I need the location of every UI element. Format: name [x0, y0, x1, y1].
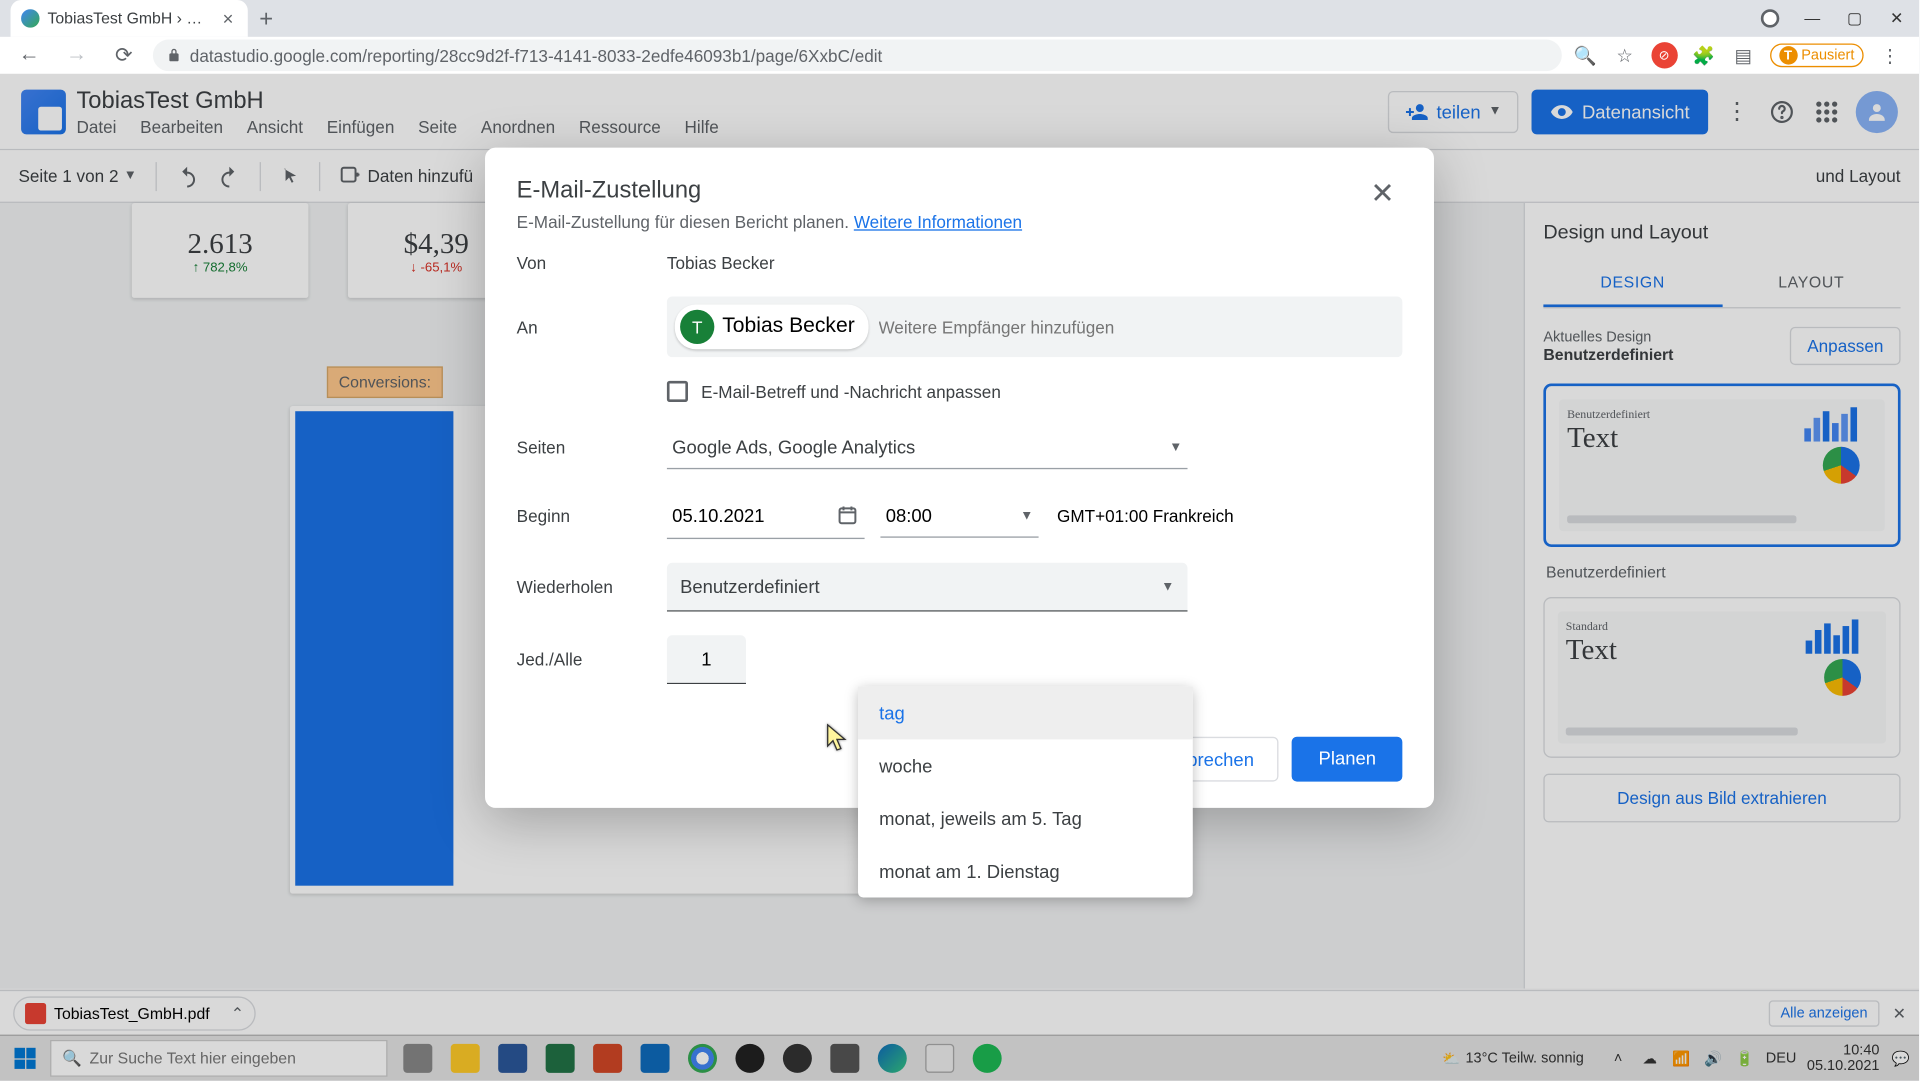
date-field[interactable]: 05.10.2021	[667, 493, 865, 539]
pages-select[interactable]: Google Ads, Google Analytics ▼	[667, 426, 1188, 469]
date-value: 05.10.2021	[672, 505, 764, 526]
calendar-icon	[836, 503, 860, 527]
chip-avatar-icon: T	[680, 310, 714, 344]
chevron-down-icon: ▼	[1020, 508, 1033, 522]
pages-label: Seiten	[517, 438, 667, 458]
reading-list-icon[interactable]: ▤	[1730, 42, 1756, 68]
chevron-down-icon: ▼	[1161, 579, 1174, 593]
maximize-icon[interactable]: ▢	[1845, 9, 1863, 27]
dialog-subtitle: E-Mail-Zustellung für diesen Bericht pla…	[517, 212, 1022, 232]
dropdown-item-monat-tag5[interactable]: monat, jeweils am 5. Tag	[858, 792, 1193, 845]
dropdown-item-monat-dienstag[interactable]: monat am 1. Dienstag	[858, 845, 1193, 898]
address-bar: ← → ⟳ datastudio.google.com/reporting/28…	[0, 37, 1919, 74]
extension-badge-icon[interactable]: ⊘	[1651, 42, 1677, 68]
account-dot-icon[interactable]	[1761, 9, 1779, 27]
from-value: Tobias Becker	[667, 253, 775, 273]
close-window-icon[interactable]: ✕	[1887, 9, 1905, 27]
tab-close-icon[interactable]: ×	[219, 9, 237, 27]
tab-title: TobiasTest GmbH › Google Ads	[47, 9, 210, 27]
window-controls: — ▢ ✕	[1761, 0, 1919, 37]
tab-strip: TobiasTest GmbH › Google Ads × + — ▢ ✕	[0, 0, 1919, 37]
profile-avatar-icon: T	[1779, 46, 1797, 64]
tab-favicon-icon	[21, 9, 39, 27]
repeat-unit-dropdown: tag woche monat, jeweils am 5. Tag monat…	[858, 687, 1193, 898]
more-info-link[interactable]: Weitere Informationen	[854, 212, 1022, 232]
repeat-select[interactable]: Benutzerdefiniert ▼	[667, 563, 1188, 612]
new-tab-button[interactable]: +	[248, 0, 285, 37]
close-icon[interactable]: ✕	[1363, 177, 1403, 211]
dropdown-item-woche[interactable]: woche	[858, 739, 1193, 792]
browser-menu-icon[interactable]: ⋮	[1877, 42, 1903, 68]
browser-chrome: TobiasTest GmbH › Google Ads × + — ▢ ✕ ←…	[0, 0, 1919, 74]
time-value: 08:00	[886, 505, 932, 526]
repeat-value: Benutzerdefiniert	[680, 576, 820, 597]
zoom-icon[interactable]: 🔍	[1572, 42, 1598, 68]
interval-number-input[interactable]: 1	[667, 635, 746, 684]
dialog-title: E-Mail-Zustellung	[517, 177, 1022, 205]
schedule-button[interactable]: Planen	[1292, 737, 1402, 782]
pause-label: Pausiert	[1801, 47, 1854, 63]
bookmark-icon[interactable]: ☆	[1611, 42, 1637, 68]
customize-email-row[interactable]: E-Mail-Betreff und -Nachricht anpassen	[667, 381, 1402, 402]
minimize-icon[interactable]: —	[1803, 9, 1821, 27]
timezone-label: GMT+01:00 Frankreich	[1057, 506, 1234, 526]
repeat-label: Wiederholen	[517, 577, 667, 597]
forward-icon[interactable]: →	[58, 37, 95, 74]
chevron-down-icon: ▼	[1169, 440, 1182, 454]
from-label: Von	[517, 253, 667, 273]
pages-value: Google Ads, Google Analytics	[672, 436, 915, 457]
reload-icon[interactable]: ⟳	[105, 37, 142, 74]
every-label: Jed./Alle	[517, 650, 667, 670]
recipient-chip[interactable]: T Tobias Becker	[675, 304, 868, 349]
begin-label: Beginn	[517, 506, 667, 526]
time-field[interactable]: 08:00 ▼	[880, 494, 1038, 537]
to-label: An	[517, 317, 667, 337]
address-bar-icons: 🔍 ☆ ⊘ 🧩 ▤ T Pausiert ⋮	[1572, 42, 1909, 68]
url-field[interactable]: datastudio.google.com/reporting/28cc9d2f…	[153, 40, 1561, 72]
customize-label: E-Mail-Betreff und -Nachricht anpassen	[701, 382, 1001, 402]
checkbox-icon[interactable]	[667, 381, 688, 402]
browser-tab[interactable]: TobiasTest GmbH › Google Ads ×	[11, 0, 248, 37]
dropdown-item-tag[interactable]: tag	[858, 687, 1193, 740]
extensions-icon[interactable]: 🧩	[1691, 42, 1717, 68]
chip-name: Tobias Becker	[722, 315, 854, 339]
url-text: datastudio.google.com/reporting/28cc9d2f…	[190, 45, 883, 65]
lock-icon	[166, 47, 182, 63]
back-icon[interactable]: ←	[11, 37, 48, 74]
profile-paused-badge[interactable]: T Pausiert	[1770, 43, 1864, 67]
add-recipient-input[interactable]	[878, 317, 1394, 337]
recipients-field[interactable]: T Tobias Becker	[667, 297, 1402, 358]
